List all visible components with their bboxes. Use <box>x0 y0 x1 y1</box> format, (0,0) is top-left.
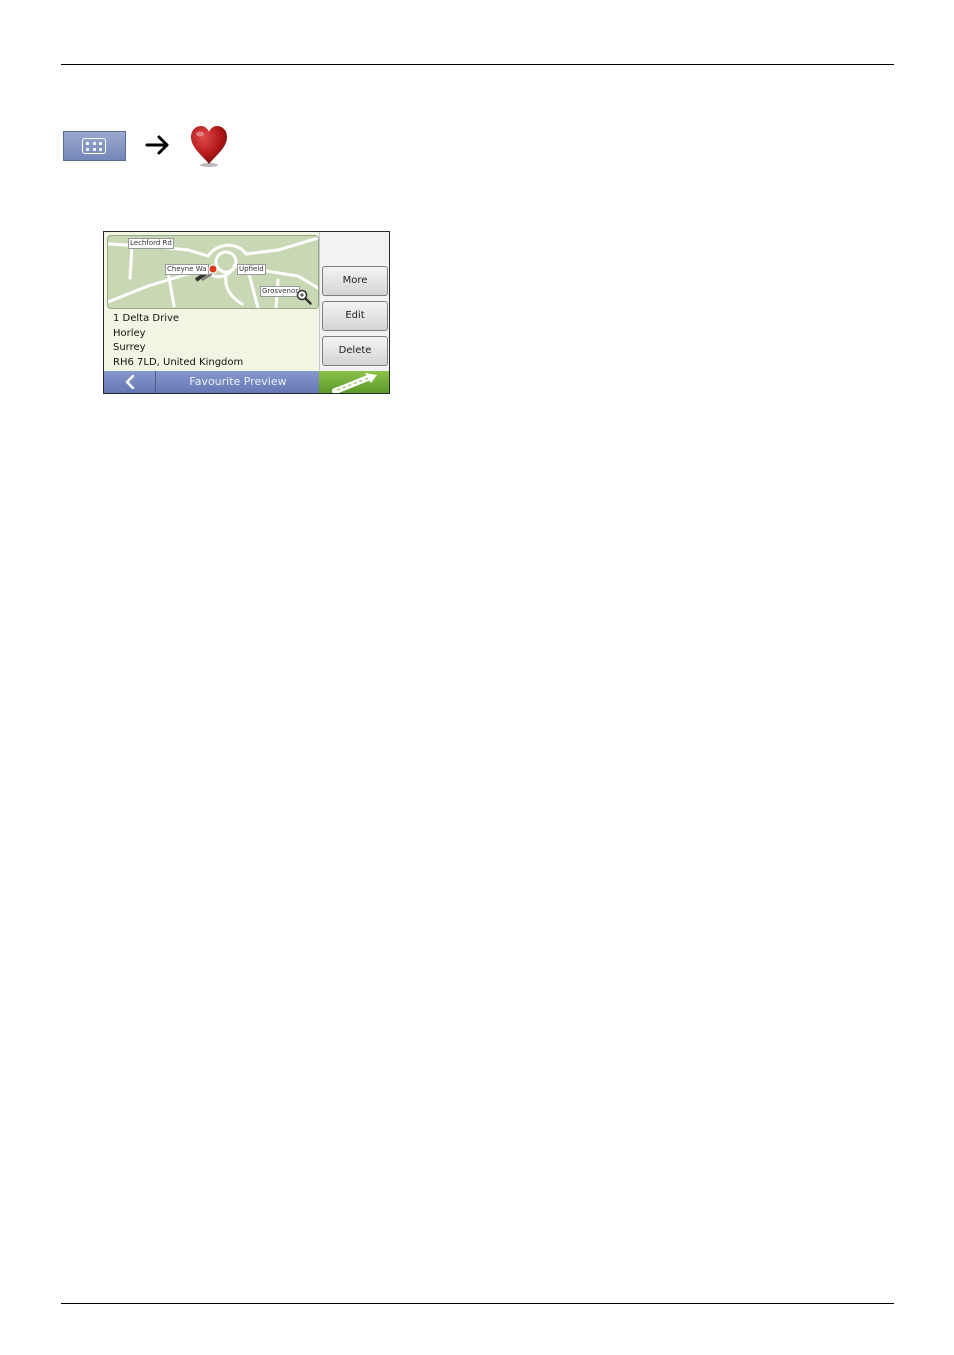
chevron-left-icon <box>125 375 135 389</box>
right-arrow-icon <box>145 135 169 155</box>
favourite-preview-screen: Lechford Rd Cheyne Wa Upfield Grosvenor … <box>103 231 390 394</box>
location-marker-icon <box>208 264 218 274</box>
map-street-label: Lechford Rd <box>128 238 174 249</box>
address-line: Horley <box>113 327 146 339</box>
address-line: RH6 7LD, United Kingdom <box>113 356 244 368</box>
edit-button[interactable]: Edit <box>322 301 388 331</box>
map-preview[interactable]: Lechford Rd Cheyne Wa Upfield Grosvenor <box>107 235 319 309</box>
more-button[interactable]: More <box>322 266 388 296</box>
address-line: Surrey <box>113 342 146 353</box>
map-street-label: Cheyne Wa <box>165 264 209 275</box>
side-panel: More Edit Delete <box>319 232 389 371</box>
map-street-label: Upfield <box>237 264 266 275</box>
screen-title: Favourite Preview <box>189 375 287 388</box>
go-route-icon <box>332 373 377 393</box>
heart-icon[interactable] <box>189 124 229 168</box>
navigation-flow <box>63 124 243 170</box>
header-rule <box>61 64 894 65</box>
go-button[interactable] <box>319 371 389 393</box>
footer-rule <box>61 1303 894 1304</box>
address-block: 1 Delta Drive Horley Surrey RH6 7LD, Uni… <box>113 312 313 370</box>
back-button[interactable] <box>104 371 156 393</box>
map-street-label: Grosvenor <box>260 286 301 297</box>
delete-button[interactable]: Delete <box>322 336 388 366</box>
main-menu-button[interactable] <box>63 131 126 161</box>
address-line: 1 Delta Drive <box>113 313 180 324</box>
magnifier-icon[interactable] <box>296 289 312 305</box>
footer-bar: Favourite Preview <box>104 371 389 393</box>
menu-grid-icon <box>82 138 106 154</box>
